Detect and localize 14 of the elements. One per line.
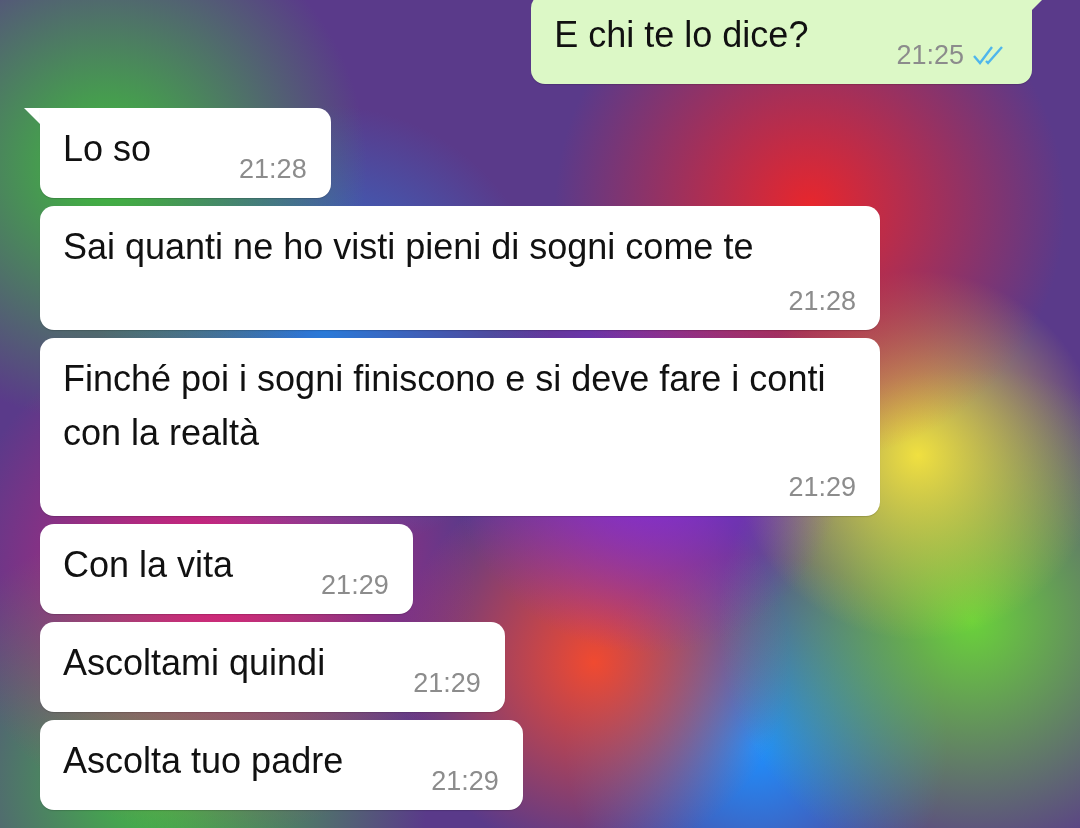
message-text: Con la vita [63,543,234,587]
message-time: 21:29 [321,569,389,602]
message-time: 21:28 [788,285,856,318]
message-time: 21:25 [896,39,964,72]
message-time: 21:29 [413,667,481,700]
message-text: Lo so [63,127,152,171]
message-text: Finché poi i sogni finiscono e si deve fare i conti con la realtà [63,357,827,455]
message-time: 21:28 [239,153,307,186]
message-time: 21:29 [431,765,499,798]
message-text: E chi te lo dice? [554,13,809,57]
message-text: Ascolta tuo padre [63,739,344,783]
message-text: Sai quanti ne ho visti pieni di sogni come te [63,225,754,269]
message-time: 21:29 [788,471,856,504]
message-text: Ascoltami quindi [63,641,326,685]
